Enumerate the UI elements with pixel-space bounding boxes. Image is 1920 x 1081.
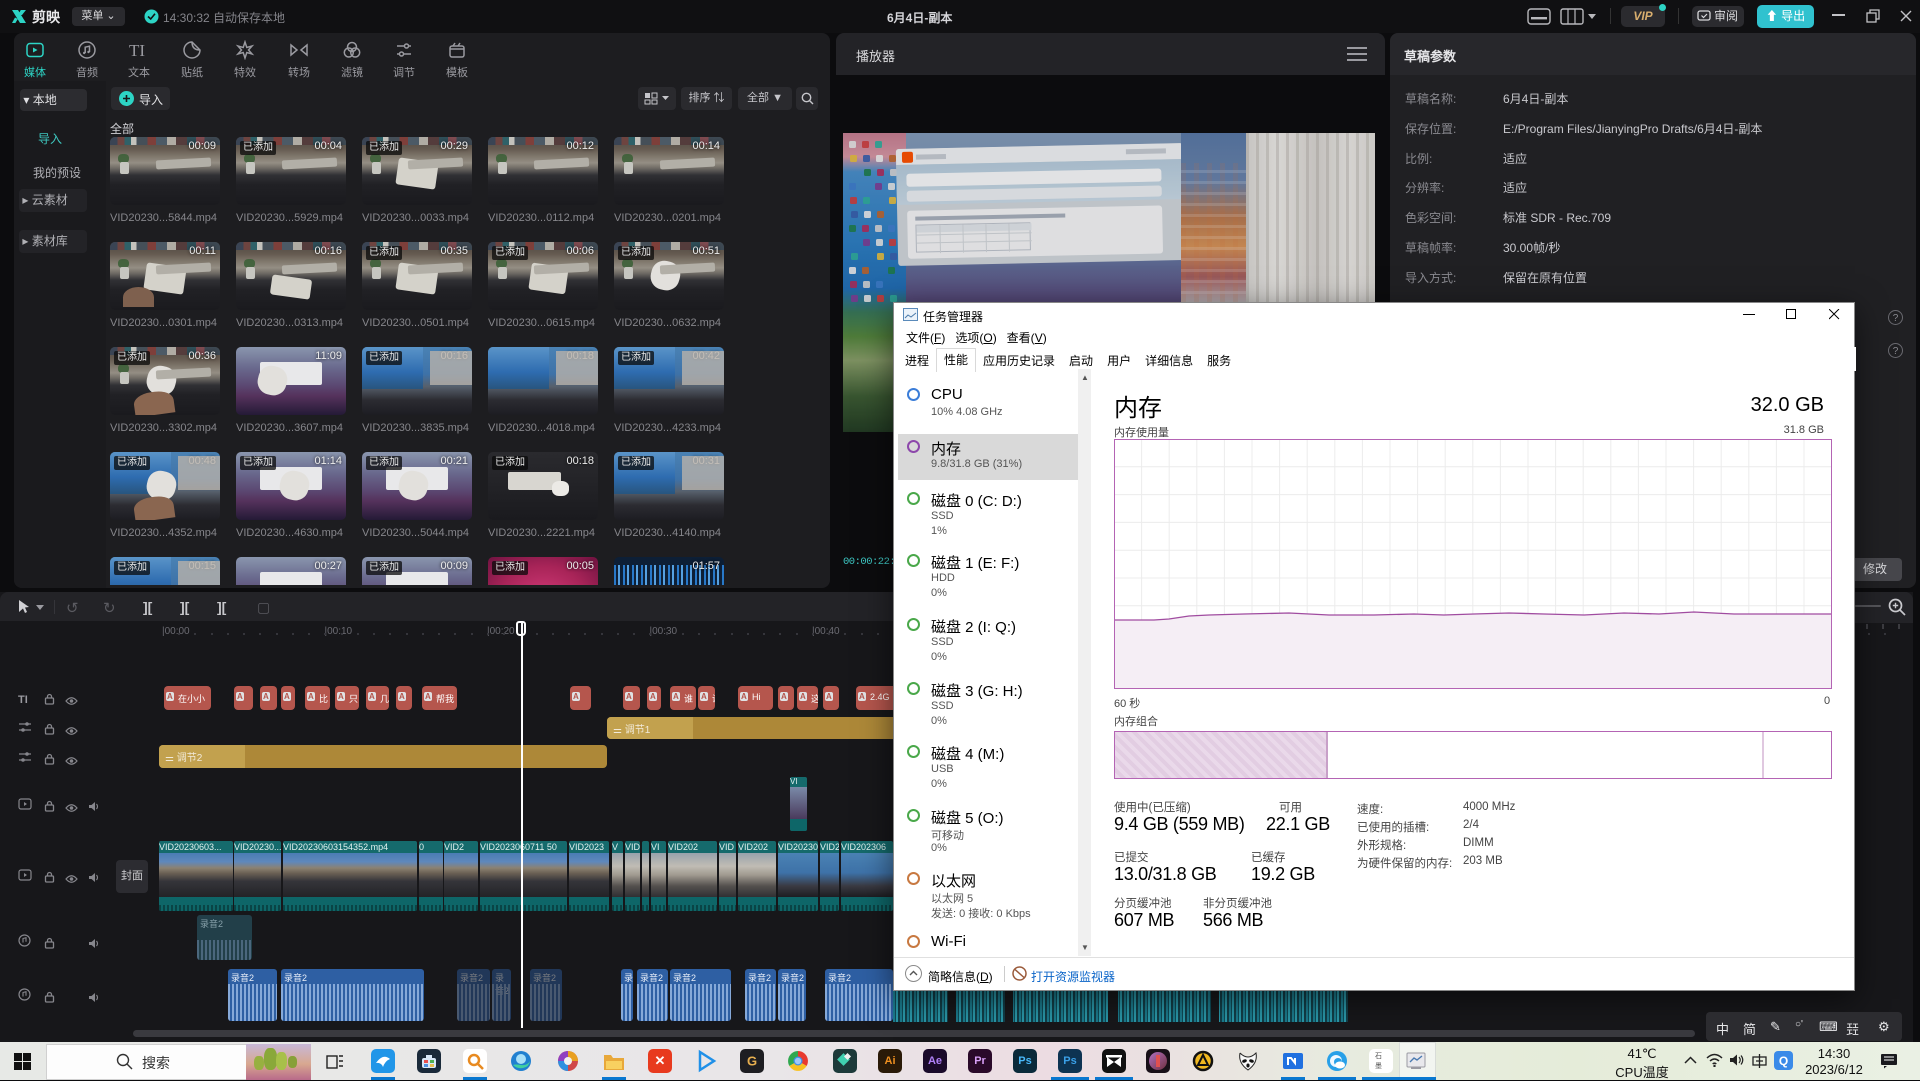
svg-text:剪映: 剪映 bbox=[32, 9, 61, 25]
